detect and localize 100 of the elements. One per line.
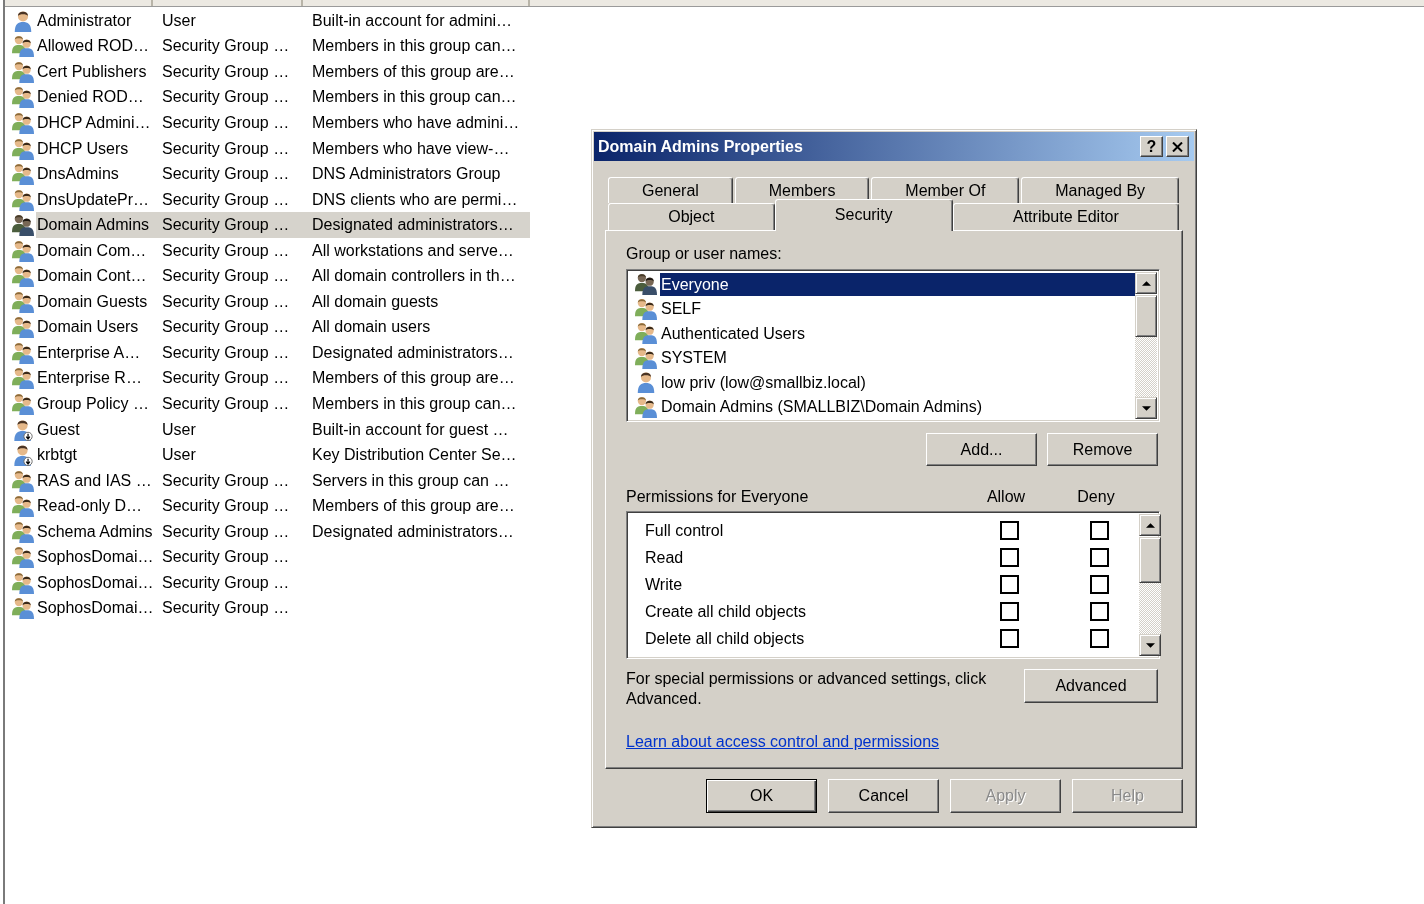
group-icon bbox=[12, 571, 34, 594]
type-cell-text: Security Group … bbox=[162, 548, 291, 567]
type-cell-text: Security Group … bbox=[162, 318, 291, 337]
name-cell-text: RAS and IAS … bbox=[36, 471, 153, 490]
list-row[interactable]: Administrator User Built-in account for admini… bbox=[36, 8, 530, 34]
list-row[interactable]: DHCP Admini… Security Group … Members who have admini… bbox=[36, 110, 530, 136]
name-cell-text: Enterprise A… bbox=[36, 343, 142, 362]
allow-checkbox[interactable] bbox=[999, 521, 1019, 540]
scroll-down-button[interactable] bbox=[1139, 634, 1161, 656]
group-icon bbox=[12, 546, 34, 569]
group-icon bbox=[12, 367, 34, 390]
group-icon bbox=[12, 188, 34, 211]
list-item[interactable]: Authenticated Users bbox=[660, 321, 1135, 345]
list-row[interactable]: Domain Admins Security Group … Designated administrators… bbox=[36, 212, 530, 238]
type-cell-text: Security Group … bbox=[162, 471, 291, 490]
tab[interactable]: Object bbox=[608, 203, 775, 230]
deny-checkbox[interactable] bbox=[1089, 629, 1109, 648]
list-item[interactable]: SELF bbox=[660, 297, 1135, 321]
tab[interactable]: General bbox=[608, 177, 733, 203]
group-listbox[interactable]: Everyone SELF Authenticated Users SYSTEM low priv (low@smallbiz.local) Domain Admins (SMALLBIZ\Domain Admins) bbox=[626, 269, 1160, 422]
help-button[interactable]: ? bbox=[1140, 136, 1163, 157]
description-cell-text: Servers in this group can … bbox=[312, 471, 511, 490]
permissions-label: Permissions for Everyone bbox=[626, 488, 810, 506]
deny-checkbox[interactable] bbox=[1089, 521, 1109, 540]
tab[interactable]: Attribute Editor bbox=[952, 203, 1179, 230]
dialog-button[interactable]: Cancel bbox=[828, 779, 939, 813]
name-cell-text: krbtgt bbox=[36, 446, 78, 465]
list-item[interactable]: Everyone bbox=[660, 272, 1135, 296]
type-cell-text: Security Group … bbox=[162, 62, 291, 81]
list-row[interactable]: Schema Admins Security Group … Designated administrators… bbox=[36, 518, 530, 545]
tab[interactable]: Member Of bbox=[871, 177, 1020, 203]
list-row[interactable]: krbtgt User Key Distribution Center Se… bbox=[36, 442, 530, 468]
tab[interactable]: Managed By bbox=[1021, 177, 1180, 203]
deny-checkbox[interactable] bbox=[1089, 575, 1109, 594]
up-arrow-icon bbox=[1145, 522, 1155, 528]
scroll-up-button[interactable] bbox=[1139, 514, 1161, 536]
group-icon bbox=[12, 35, 34, 58]
allow-checkbox[interactable] bbox=[999, 548, 1019, 567]
allow-checkbox[interactable] bbox=[999, 575, 1019, 594]
list-row[interactable]: Enterprise A… Security Group … Designated administrators… bbox=[36, 340, 530, 366]
name-cell-text: Administrator bbox=[36, 11, 133, 30]
list-row[interactable]: Allowed ROD… Security Group … Members in this group can… bbox=[36, 33, 530, 60]
list-action-button[interactable]: Remove bbox=[1047, 433, 1158, 466]
list-row[interactable]: Read-only D… Security Group … Members of this group are… bbox=[36, 493, 530, 519]
description-cell-text: All workstations and serve… bbox=[312, 241, 515, 260]
list-row[interactable]: Domain Com… Security Group … All workstations and serve… bbox=[36, 237, 530, 264]
scroll-thumb[interactable] bbox=[1139, 537, 1161, 583]
list-row[interactable]: Enterprise R… Security Group … Members of this group are… bbox=[36, 365, 530, 392]
list-row[interactable]: SophosDomai… Security Group … bbox=[36, 570, 530, 596]
list-row[interactable]: Group Policy … Security Group … Members in this group can… bbox=[36, 391, 530, 417]
list-row[interactable]: Domain Cont… Security Group … All domain controllers in th… bbox=[36, 263, 530, 289]
type-cell-text: Security Group … bbox=[162, 113, 291, 132]
list-row[interactable]: Cert Publishers Security Group … Members of this group are… bbox=[36, 59, 530, 85]
list-item[interactable]: low priv (low@smallbiz.local) bbox=[660, 370, 1135, 394]
type-cell-text: User bbox=[162, 11, 197, 30]
list-row[interactable]: Denied ROD… Security Group … Members in this group can… bbox=[36, 84, 530, 111]
name-cell-text: Domain Com… bbox=[36, 241, 148, 260]
scroll-thumb[interactable] bbox=[1135, 295, 1157, 337]
tab[interactable]: Security bbox=[774, 199, 953, 231]
list-item[interactable]: Domain Admins (SMALLBIZ\Domain Admins) bbox=[660, 395, 1135, 419]
list-row[interactable]: SophosDomai… Security Group … bbox=[36, 544, 530, 571]
list-row[interactable]: DnsUpdatePr… Security Group … DNS clients who are permi… bbox=[36, 186, 530, 213]
description-cell-text: Members who have admini… bbox=[312, 113, 521, 132]
allow-checkbox[interactable] bbox=[999, 629, 1019, 648]
up-arrow-icon bbox=[1141, 280, 1151, 286]
description-cell-text: DNS clients who are permi… bbox=[312, 190, 519, 209]
group-icon bbox=[635, 273, 657, 296]
type-cell-text: Security Group … bbox=[162, 497, 291, 516]
scroll-down-button[interactable] bbox=[1135, 397, 1157, 419]
name-cell-text: Allowed ROD… bbox=[36, 37, 151, 56]
description-cell-text: Members of this group are… bbox=[312, 62, 516, 81]
list-row[interactable]: Domain Users Security Group … All domain users bbox=[36, 314, 530, 341]
group-icon bbox=[12, 290, 34, 313]
deny-checkbox[interactable] bbox=[1089, 602, 1109, 621]
list-row[interactable]: Domain Guests Security Group … All domain guests bbox=[36, 289, 530, 315]
type-cell-text: Security Group … bbox=[162, 369, 291, 388]
list-row[interactable]: Guest User Built-in account for guest … bbox=[36, 416, 530, 443]
name-cell-text: Schema Admins bbox=[36, 522, 154, 541]
name-cell-text: Domain Cont… bbox=[36, 267, 148, 286]
scroll-up-button[interactable] bbox=[1135, 272, 1157, 294]
type-cell-text: Security Group … bbox=[162, 599, 291, 618]
description-cell-text: Key Distribution Center Se… bbox=[312, 446, 518, 465]
learn-link[interactable]: Learn about access control and permissions bbox=[626, 733, 940, 751]
list-row[interactable]: DHCP Users Security Group … Members who have view-… bbox=[36, 135, 530, 162]
advanced-button[interactable]: Advanced bbox=[1024, 669, 1158, 703]
description-cell-text: All domain controllers in th… bbox=[312, 267, 517, 286]
group-icon bbox=[12, 111, 34, 134]
group-icon bbox=[12, 163, 34, 186]
dialog-button[interactable]: OK bbox=[706, 779, 817, 813]
list-row[interactable]: DnsAdmins Security Group … DNS Administrators Group bbox=[36, 161, 530, 187]
list-action-button[interactable]: Add... bbox=[926, 433, 1037, 466]
list-item[interactable]: SYSTEM bbox=[660, 346, 1135, 370]
disabled-user-icon bbox=[12, 444, 34, 467]
list-row[interactable]: SophosDomai… Security Group … bbox=[36, 595, 530, 622]
description-cell-text: Members of this group are… bbox=[312, 497, 516, 516]
close-button[interactable] bbox=[1166, 136, 1189, 157]
deny-checkbox[interactable] bbox=[1089, 548, 1109, 567]
list-row[interactable]: RAS and IAS … Security Group … Servers in this group can … bbox=[36, 467, 530, 494]
allow-checkbox[interactable] bbox=[999, 602, 1019, 621]
permission-name: Create all child objects bbox=[644, 602, 807, 621]
